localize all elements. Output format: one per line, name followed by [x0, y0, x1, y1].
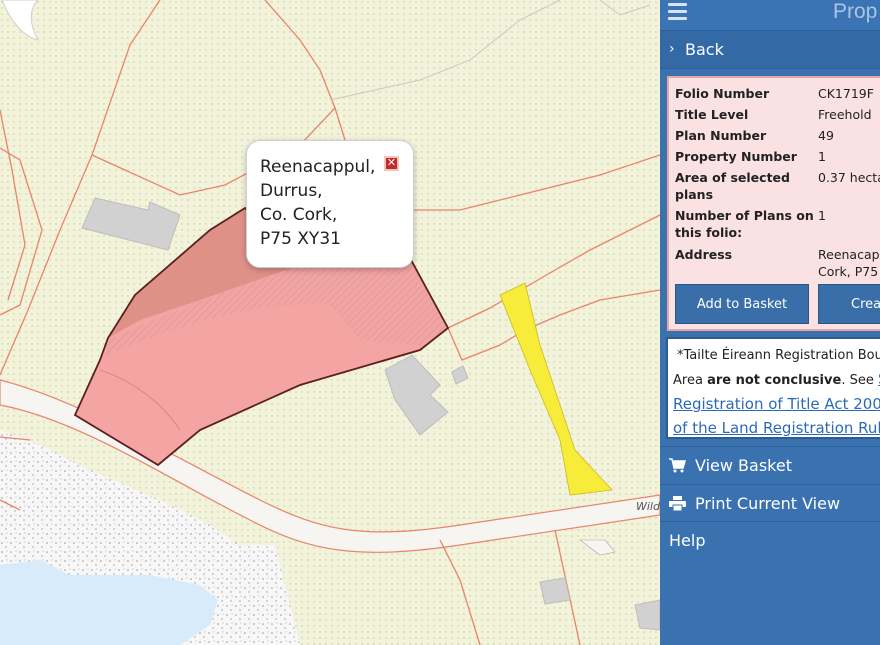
detail-value: Cork, P75 X [818, 264, 880, 279]
add-to-basket-button[interactable]: Add to Basket [675, 284, 809, 324]
notice-link[interactable]: Registration of Title Act 2006 [673, 392, 880, 416]
popup-address-line: Reenacappul, [260, 157, 376, 177]
detail-key: Area of selected plans [675, 170, 790, 202]
popup-address-line: Co. Cork, [260, 205, 338, 225]
notice-line: Area are not conclusive. See Se [673, 367, 880, 392]
back-button[interactable]: › Back [660, 31, 880, 69]
popup-address-line: Durrus, [260, 181, 323, 201]
panel-title: Prop [833, 0, 878, 23]
popup-tail [1, 0, 39, 41]
detail-value: CK1719F [818, 86, 874, 101]
notice-line: *Tailte Éireann Registration Boun [677, 348, 880, 363]
detail-value: Freehold [818, 107, 872, 122]
detail-value: Reenacapp [818, 247, 880, 262]
map-canvas[interactable] [0, 0, 660, 645]
detail-key: Property Number [675, 149, 797, 164]
create-button[interactable]: Creat [818, 284, 880, 324]
detail-key: Address [675, 247, 733, 262]
notice-link[interactable]: of the Land Registration Rule [673, 416, 880, 437]
popup-address-line: P75 XY31 [260, 229, 341, 249]
detail-value: 49 [818, 128, 834, 143]
print-icon [669, 496, 686, 511]
cart-icon [669, 458, 686, 473]
map-view[interactable]: Wild Reenacappul, Durrus, Co. Cork, P75 … [0, 0, 660, 645]
view-basket-button[interactable]: View Basket [660, 446, 880, 483]
hamburger-menu-icon[interactable] [668, 3, 687, 21]
property-details: Folio Number CK1719F Title Level Freehol… [667, 76, 880, 331]
detail-key: Folio Number [675, 86, 770, 101]
menu-label: View Basket [695, 456, 792, 475]
menu-label: Help [669, 531, 706, 550]
detail-key: Plan Number [675, 128, 767, 143]
notice-bold-text: are not conclusive [707, 373, 842, 388]
menu-label: Print Current View [695, 494, 841, 513]
print-current-view-button[interactable]: Print Current View [660, 484, 880, 521]
side-panel: Prop › Back Folio Number CK1719F Title L… [660, 0, 880, 645]
notice-text: . See [841, 373, 878, 388]
registration-notice: *Tailte Éireann Registration Boun Area a… [666, 337, 880, 439]
road-label: Wild [636, 500, 660, 513]
notice-text: Area [673, 373, 708, 388]
detail-value: 0.37 hecta [818, 170, 880, 185]
detail-value: 1 [818, 208, 826, 223]
chevron-right-icon: › [669, 41, 675, 57]
detail-key: Number of Plans on this folio: [675, 208, 814, 240]
address-popup: Reenacappul, Durrus, Co. Cork, P75 XY31 … [246, 140, 414, 268]
back-label: Back [685, 40, 724, 59]
detail-value: 1 [818, 149, 826, 164]
help-button[interactable]: Help [660, 521, 880, 558]
detail-key: Title Level [675, 107, 749, 122]
panel-header: Prop [660, 0, 880, 31]
close-icon[interactable]: ✕ [384, 156, 399, 171]
